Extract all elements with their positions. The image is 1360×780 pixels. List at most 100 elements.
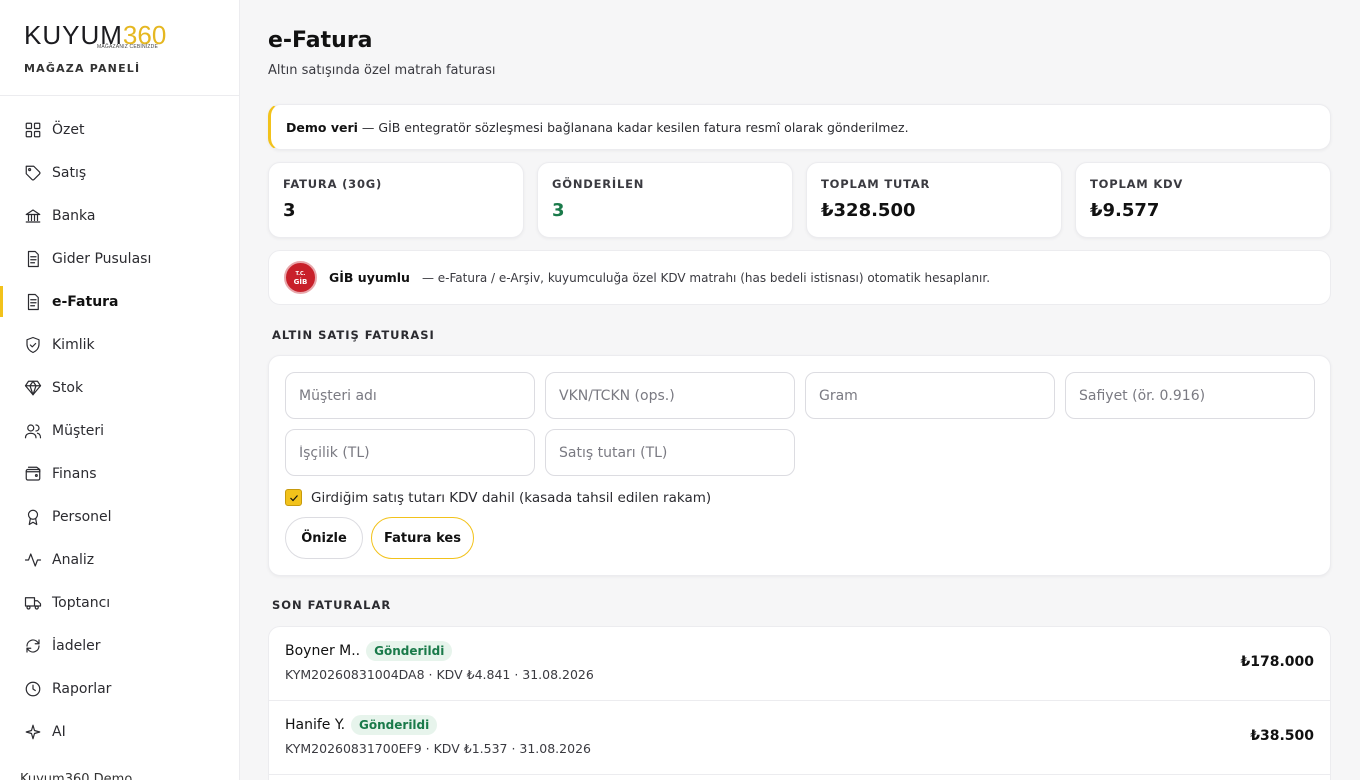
sidebar-item-label: Banka xyxy=(52,207,96,224)
gib-compliance-banner: T.C. GİB GİB uyumlu — e-Fatura / e-Arşiv… xyxy=(268,250,1331,305)
sale-amount-input[interactable] xyxy=(545,429,795,476)
gib-title: GİB uyumlu xyxy=(329,270,410,285)
grid-icon xyxy=(25,122,41,137)
document-icon xyxy=(27,293,39,310)
invoice-meta: KYM20260831004DA8 · KDV ₺4.841 · 31.08.2… xyxy=(285,667,594,682)
page-subtitle: Altın satışında özel matrah faturası xyxy=(268,63,496,78)
stat-label: TOPLAM TUTAR xyxy=(821,177,931,191)
main-content: e-Fatura Altın satışında özel matrah fat… xyxy=(240,0,1360,780)
sidebar-item-toptanci[interactable]: Toptancı xyxy=(0,581,239,624)
refresh-icon xyxy=(26,638,40,653)
sidebar-footer: Kuyum360 Demo xyxy=(20,772,133,780)
sidebar-item-stok[interactable]: Stok xyxy=(0,366,239,409)
sidebar-item-ozet[interactable]: Özet xyxy=(0,108,239,151)
invoice-amount: ₺178.000 xyxy=(1240,654,1314,670)
stat-card-invoices: FATURA (30G) 3 xyxy=(268,162,524,238)
sidebar-item-label: Stok xyxy=(52,379,84,396)
vat-included-option[interactable]: Girdiğim satış tutarı KDV dahil (kasada … xyxy=(285,489,711,506)
demo-notice-text: — GİB entegratör sözleşmesi bağlanana ka… xyxy=(361,119,909,135)
stat-value: ₺328.500 xyxy=(821,200,916,221)
stat-value: 3 xyxy=(552,200,565,221)
section-title-invoice-form: ALTIN SATIŞ FATURASI xyxy=(272,328,435,342)
labor-input[interactable] xyxy=(285,429,535,476)
users-icon xyxy=(24,423,42,438)
issue-invoice-button[interactable]: Fatura kes xyxy=(371,517,474,559)
list-item[interactable]: Hanife Y. Gönderildi KYM20260831700EF9 ·… xyxy=(269,701,1330,775)
vat-included-checkbox[interactable] xyxy=(285,489,302,506)
stat-value: ₺9.577 xyxy=(1090,200,1160,221)
sidebar-item-banka[interactable]: Banka xyxy=(0,194,239,237)
demo-notice: Demo veri — GİB entegratör sözleşmesi ba… xyxy=(268,104,1331,150)
receipt-icon xyxy=(27,250,39,267)
invoice-meta: KYM20260831700EF9 · KDV ₺1.537 · 31.08.2… xyxy=(285,741,591,756)
vkn-tckn-input[interactable] xyxy=(545,372,795,419)
logo-tagline: MAĞAZANIZ CEBİNİZDE xyxy=(97,44,159,50)
invoice-amount: ₺38.500 xyxy=(1250,728,1314,744)
preview-button[interactable]: Önizle xyxy=(285,517,363,559)
sidebar-item-label: Finans xyxy=(52,465,97,482)
invoice-customer-name: Hanife Y. xyxy=(285,717,346,733)
demo-notice-title: Demo veri xyxy=(286,119,358,135)
gram-input[interactable] xyxy=(805,372,1055,419)
invoice-customer-name: Boyner M.. xyxy=(285,643,361,659)
sidebar-item-label: Müşteri xyxy=(52,422,104,439)
gib-logo-top: T.C. xyxy=(295,270,306,277)
recent-invoices-list: Boyner M.. Gönderildi KYM20260831004DA8 … xyxy=(268,626,1331,780)
sidebar-item-label: Analiz xyxy=(52,551,95,568)
customer-name-input[interactable] xyxy=(285,372,535,419)
sidebar-item-label: Personel xyxy=(52,508,112,525)
sidebar-item-gider-pusulasi[interactable]: Gider Pusulası xyxy=(0,237,239,280)
sidebar-item-label: Toptancı xyxy=(52,594,111,611)
brand-logo[interactable]: KUYUM 360 MAĞAZANIZ CEBİNİZDE xyxy=(24,18,239,52)
gib-logo-icon: T.C. GİB xyxy=(284,261,317,294)
invoice-form: Girdiğim satış tutarı KDV dahil (kasada … xyxy=(268,355,1331,576)
clock-icon xyxy=(25,681,41,696)
check-icon xyxy=(289,494,298,501)
sidebar-item-label: Gider Pusulası xyxy=(52,250,152,267)
page-title: e-Fatura xyxy=(268,28,373,53)
activity-icon xyxy=(24,552,42,567)
vat-included-label: Girdiğim satış tutarı KDV dahil (kasada … xyxy=(311,489,712,506)
stat-label: FATURA (30G) xyxy=(283,177,383,191)
sidebar-item-satis[interactable]: Satış xyxy=(0,151,239,194)
sidebar-item-kimlik[interactable]: Kimlik xyxy=(0,323,239,366)
bank-icon xyxy=(25,208,41,223)
sidebar: KUYUM 360 MAĞAZANIZ CEBİNİZDE MAĞAZA PANE… xyxy=(0,0,240,780)
sidebar-item-e-fatura[interactable]: e-Fatura xyxy=(0,280,239,323)
diamond-icon xyxy=(24,380,42,395)
section-title-recent-invoices: SON FATURALAR xyxy=(272,598,392,612)
sidebar-item-label: Kimlik xyxy=(52,336,95,353)
sparkle-icon xyxy=(25,724,41,739)
brand: KUYUM 360 MAĞAZANIZ CEBİNİZDE MAĞAZA PANE… xyxy=(0,0,239,96)
gib-logo-main: GİB xyxy=(293,277,308,286)
stat-value: 3 xyxy=(283,200,296,221)
sidebar-nav: Özet Satış Banka Gider Pusulası e-Fatura… xyxy=(0,108,239,753)
brand-subtitle: MAĞAZA PANELİ xyxy=(24,62,141,75)
sidebar-item-personel[interactable]: Personel xyxy=(0,495,239,538)
sidebar-item-label: İadeler xyxy=(52,637,101,654)
wallet-icon xyxy=(25,466,41,481)
sidebar-item-label: Özet xyxy=(52,121,85,138)
sidebar-item-analiz[interactable]: Analiz xyxy=(0,538,239,581)
sidebar-item-finans[interactable]: Finans xyxy=(0,452,239,495)
sidebar-item-label: AI xyxy=(52,723,66,740)
status-badge: Gönderildi xyxy=(351,715,438,735)
shield-check-icon xyxy=(26,336,40,353)
status-badge: Gönderildi xyxy=(366,641,453,661)
sidebar-item-raporlar[interactable]: Raporlar xyxy=(0,667,239,710)
stat-card-total-amount: TOPLAM TUTAR ₺328.500 xyxy=(806,162,1062,238)
list-item[interactable]: Boyner M.. Gönderildi KYM20260831004DA8 … xyxy=(269,627,1330,701)
stat-card-sent: GÖNDERİLEN 3 xyxy=(537,162,793,238)
sidebar-item-iadeler[interactable]: İadeler xyxy=(0,624,239,667)
stat-label: TOPLAM KDV xyxy=(1090,177,1184,191)
purity-input[interactable] xyxy=(1065,372,1315,419)
truck-icon xyxy=(24,596,42,610)
sidebar-item-label: e-Fatura xyxy=(52,293,119,310)
gib-text: — e-Fatura / e-Arşiv, kuyumculuğa özel K… xyxy=(421,270,991,285)
sidebar-item-ai[interactable]: AI xyxy=(0,710,239,753)
stat-card-total-vat: TOPLAM KDV ₺9.577 xyxy=(1075,162,1331,238)
sidebar-item-musteri[interactable]: Müşteri xyxy=(0,409,239,452)
sidebar-item-label: Satış xyxy=(52,164,87,181)
sidebar-item-label: Raporlar xyxy=(52,680,112,697)
award-icon xyxy=(27,509,39,525)
